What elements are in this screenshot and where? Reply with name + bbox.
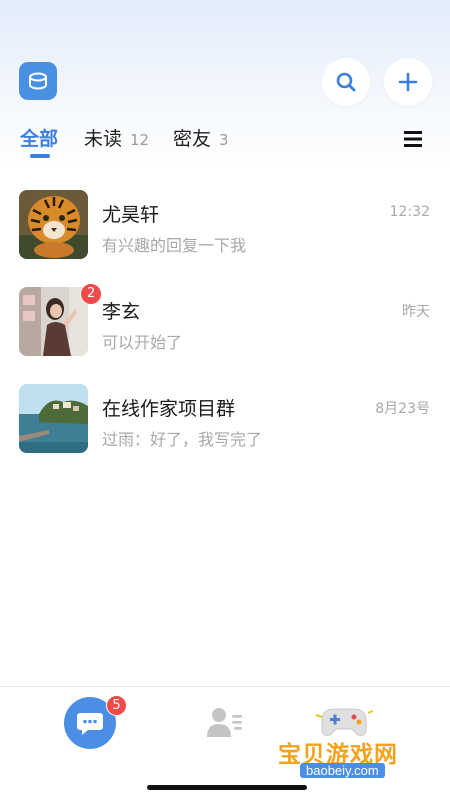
watermark: 宝贝游戏网 baobeiy.com [270, 687, 440, 797]
add-button[interactable] [384, 58, 432, 106]
watermark-url: baobeiy.com [300, 763, 385, 778]
chat-list: 尤昊轩 有兴趣的回复一下我 12:32 2 李玄 可以开始了 昨天 在线作家项目… [0, 190, 450, 481]
plus-icon [398, 72, 418, 92]
home-indicator [147, 785, 307, 790]
chat-time: 12:32 [389, 204, 430, 220]
tab-all[interactable]: 全部 [20, 124, 58, 151]
chat-time: 昨天 [402, 304, 430, 320]
chat-preview: 过雨：好了，我写完了 [102, 430, 263, 449]
tab-label: 全部 [20, 128, 59, 150]
tab-close-friends[interactable]: 密友 3 [173, 124, 229, 151]
chat-time: 8月23号 [375, 401, 430, 417]
tab-count: 12 [130, 131, 150, 149]
active-tab-indicator [30, 154, 50, 158]
chat-name: 在线作家项目群 [102, 398, 236, 420]
app-logo-icon [29, 72, 47, 90]
avatar [19, 190, 88, 259]
chat-name: 李玄 [102, 301, 141, 323]
girl-photo [19, 287, 88, 356]
chat-preview: 有兴趣的回复一下我 [102, 236, 247, 255]
contacts-icon[interactable] [205, 705, 245, 739]
tab-count: 3 [219, 131, 229, 149]
tiger-photo [19, 190, 88, 259]
tab-label: 未读 [84, 128, 123, 150]
unread-badge: 2 [80, 283, 103, 305]
avatar [19, 287, 88, 356]
chat-name: 尤昊轩 [102, 204, 160, 226]
bottom-nav: 5 宝贝游戏网 baobeiy.com [0, 686, 450, 800]
tab-unread[interactable]: 未读 12 [84, 124, 149, 151]
chat-item[interactable]: 在线作家项目群 过雨：好了，我写完了 8月23号 [0, 384, 450, 481]
chat-preview: 可以开始了 [102, 333, 183, 352]
coast-photo [19, 384, 88, 453]
chat-item[interactable]: 2 李玄 可以开始了 昨天 [0, 283, 450, 384]
search-icon [336, 72, 356, 92]
search-button[interactable] [322, 58, 370, 106]
chat-item[interactable]: 尤昊轩 有兴趣的回复一下我 12:32 [0, 190, 450, 287]
menu-icon[interactable] [403, 130, 423, 148]
tab-label: 密友 [173, 128, 212, 150]
messages-badge: 5 [106, 695, 127, 716]
tab-bar: 全部 未读 12 密友 3 [20, 124, 440, 164]
chat-bubble-icon [77, 713, 103, 735]
avatar [19, 384, 88, 453]
app-logo[interactable] [19, 62, 57, 100]
